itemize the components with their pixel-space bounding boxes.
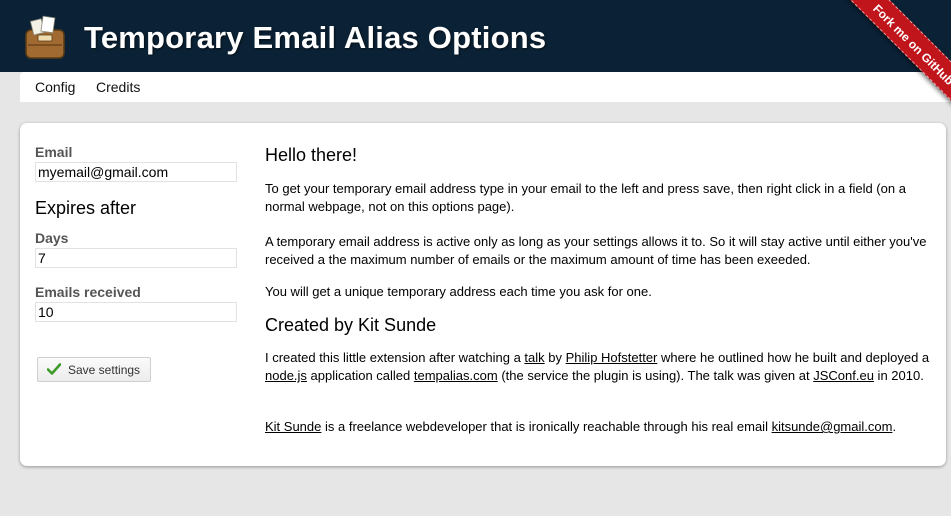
days-field[interactable] [35,248,237,268]
philip-hofstetter-link[interactable]: Philip Hofstetter [566,350,658,365]
tempalias-link[interactable]: tempalias.com [414,368,498,383]
save-settings-button[interactable]: Save settings [37,357,151,382]
credits-text: (the service the plugin is using). The t… [497,368,814,383]
credits-text: by [544,350,566,365]
bio-text: is a freelance webdeveloper that is iron… [321,419,772,434]
options-panel: Email Expires after Days Emails received… [20,123,946,466]
intro-paragraph: To get your temporary email address type… [265,181,906,214]
talk-link[interactable]: talk [524,350,544,365]
emails-received-label: Emails received [35,284,141,300]
days-label: Days [35,230,69,246]
email-link[interactable]: kitsunde@gmail.com [772,419,893,434]
hello-heading: Hello there! [265,145,358,165]
credits-text: I created this little extension after wa… [265,350,525,365]
jsconf-link[interactable]: JSConf.eu [813,368,874,383]
briefcase-icon [25,15,65,59]
bio-text: . [892,419,897,434]
credits-heading: Created by Kit Sunde [265,315,437,335]
kit-sunde-link[interactable]: Kit Sunde [265,419,321,434]
github-ribbon-container: Fork me on GitHub [801,0,951,130]
fork-me-ribbon[interactable]: Fork me on GitHub [836,0,951,122]
email-field[interactable] [35,162,237,182]
page-title: Temporary Email Alias Options [84,20,547,55]
expires-heading: Expires after [35,198,137,218]
unique-address-paragraph: You will get a unique temporary address … [265,284,652,299]
tab-credits[interactable]: Credits [96,79,140,95]
save-settings-label: Save settings [68,362,141,377]
bio-paragraph: Kit Sunde is a freelance webdeveloper th… [265,418,943,436]
credits-text: in 2010. [873,368,924,383]
tab-config[interactable]: Config [35,79,75,95]
checkmark-icon [47,363,61,375]
nodejs-link[interactable]: node.js [265,368,307,383]
credits-paragraph: I created this little extension after wa… [265,349,943,385]
emails-received-field[interactable] [35,302,237,322]
credits-text: application called [306,368,414,383]
credits-text: where he outlined how he built and deplo… [657,350,930,365]
activity-paragraph: A temporary email address is active only… [265,234,927,267]
email-label: Email [35,144,73,160]
